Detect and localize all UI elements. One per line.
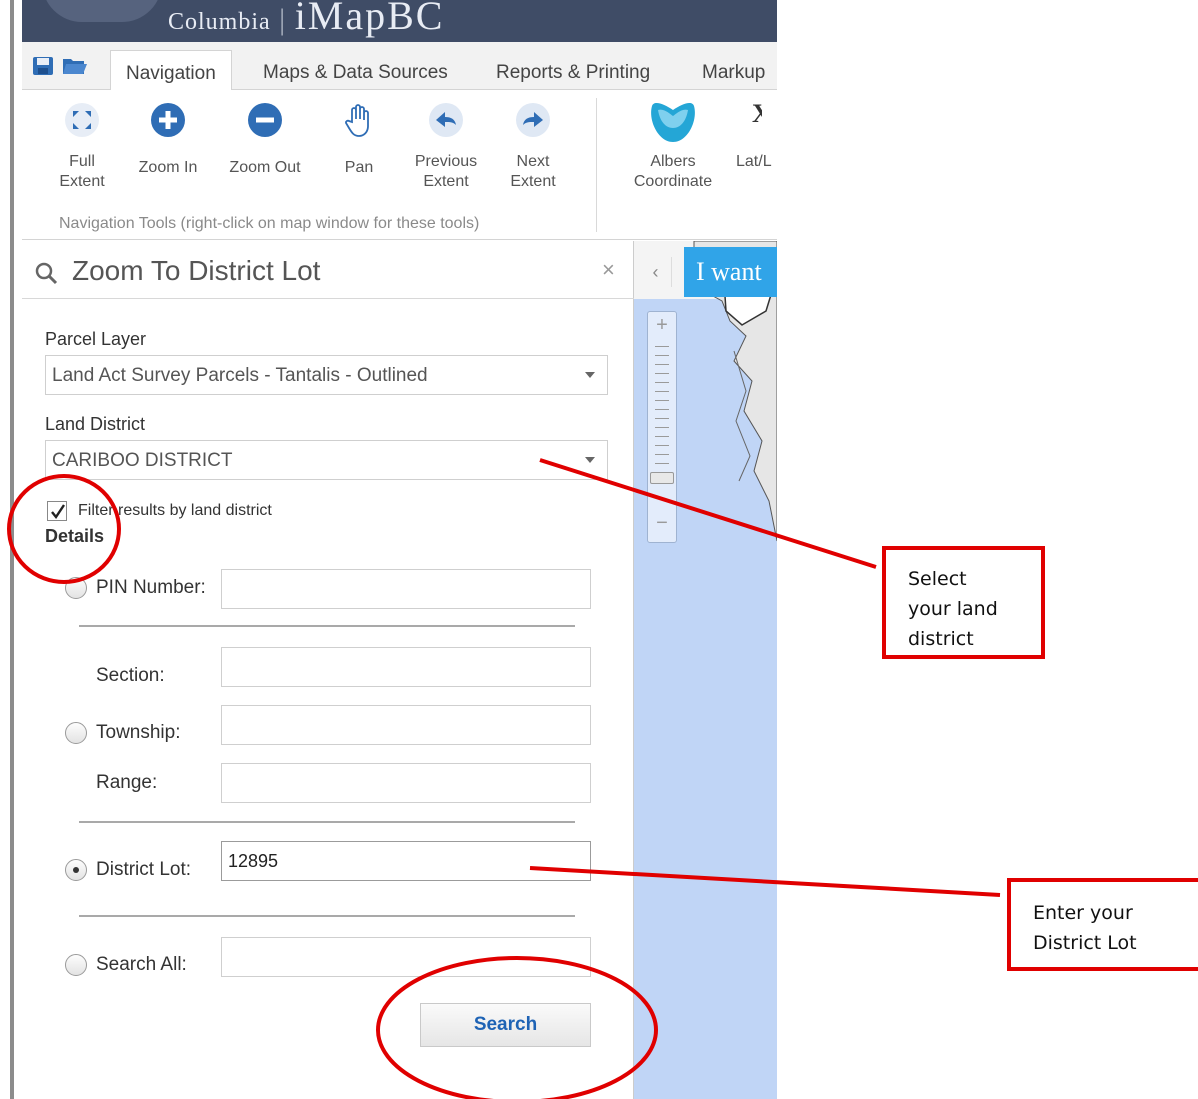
zoom-slider-minus[interactable]: − bbox=[648, 512, 676, 535]
app-banner: Columbia | iMapBC bbox=[22, 0, 777, 42]
land-district-callout: Select your land district bbox=[882, 546, 1045, 659]
search-all-input[interactable] bbox=[221, 937, 591, 977]
pin-number-input[interactable] bbox=[221, 569, 591, 609]
tab-navigation[interactable]: Navigation bbox=[110, 50, 232, 91]
range-label: Range: bbox=[96, 772, 158, 793]
bc-logo bbox=[42, 0, 162, 22]
land-district-value: CARIBOO DISTRICT bbox=[52, 450, 233, 471]
callout-line: district bbox=[908, 628, 974, 650]
chevron-down-icon bbox=[585, 457, 595, 463]
search-all-label: Search All: bbox=[96, 954, 187, 975]
tab-markup[interactable]: Markup bbox=[687, 50, 777, 91]
township-label: Township: bbox=[96, 722, 181, 743]
save-icon[interactable] bbox=[32, 56, 54, 76]
i-want-to-menu-button[interactable]: I want bbox=[684, 247, 777, 297]
pin-number-label: PIN Number: bbox=[96, 577, 206, 598]
parcel-layer-value: Land Act Survey Parcels - Tantalis - Out… bbox=[52, 365, 428, 386]
pan-button[interactable]: Pan bbox=[314, 102, 404, 178]
zoom-in-button[interactable]: Zoom In bbox=[123, 102, 213, 178]
zoom-to-district-lot-panel: Zoom To District Lot × Parcel Layer Land… bbox=[22, 241, 634, 1099]
zoom-slider[interactable]: + − bbox=[647, 311, 677, 543]
checkmark-icon bbox=[51, 504, 65, 520]
tab-maps-data-sources[interactable]: Maps & Data Sources bbox=[248, 50, 463, 91]
open-folder-icon[interactable] bbox=[62, 56, 88, 76]
filter-by-district-label: Filter results by land district bbox=[78, 502, 272, 519]
albers-coordinate-button[interactable]: Albers Coordinate bbox=[628, 98, 718, 192]
township-input[interactable] bbox=[221, 705, 591, 745]
zoom-slider-track bbox=[655, 346, 669, 476]
zoom-slider-plus[interactable]: + bbox=[648, 314, 676, 337]
banner-app-name: iMapBC bbox=[294, 0, 445, 38]
district-lot-radio[interactable] bbox=[65, 859, 87, 881]
zoom-in-label: Zoom In bbox=[138, 159, 198, 176]
panel-header: Zoom To District Lot × bbox=[22, 241, 634, 299]
callout-line: your land bbox=[908, 598, 998, 620]
albers-coordinate-icon bbox=[651, 103, 695, 142]
next-extent-button[interactable]: Next Extent bbox=[488, 102, 578, 192]
district-lot-callout: Enter your District Lot bbox=[1007, 878, 1198, 971]
banner-province-text: Columbia bbox=[168, 9, 271, 35]
close-button[interactable]: × bbox=[602, 257, 615, 283]
divider bbox=[79, 915, 575, 917]
pin-number-radio[interactable] bbox=[65, 577, 87, 599]
filter-by-district-checkbox[interactable] bbox=[47, 501, 67, 521]
banner-title: Columbia | iMapBC bbox=[168, 0, 444, 39]
edge-line bbox=[10, 0, 14, 1099]
divider bbox=[79, 821, 575, 823]
lat-long-button[interactable]: X, Y Lat/L bbox=[722, 98, 777, 172]
district-lot-label: District Lot: bbox=[96, 859, 192, 880]
ribbon-group-separator bbox=[596, 98, 597, 232]
section-input[interactable] bbox=[221, 647, 591, 687]
lat-long-icon: X, Y bbox=[752, 99, 762, 128]
callout-line: Enter your bbox=[1033, 902, 1133, 924]
previous-extent-button[interactable]: Previous Extent bbox=[401, 102, 491, 192]
pan-hand-icon bbox=[345, 104, 369, 137]
panel-title: Zoom To District Lot bbox=[72, 255, 321, 286]
page-edge bbox=[0, 0, 22, 1099]
parcel-layer-label: Parcel Layer bbox=[45, 329, 147, 349]
search-all-radio[interactable] bbox=[65, 954, 87, 976]
chevron-down-icon bbox=[585, 372, 595, 378]
township-radio[interactable] bbox=[65, 722, 87, 744]
search-button[interactable]: Search bbox=[420, 1003, 591, 1047]
next-extent-icon bbox=[516, 103, 550, 137]
section-label: Section: bbox=[96, 665, 165, 686]
tab-reports-printing[interactable]: Reports & Printing bbox=[481, 50, 665, 91]
lat-long-label: Lat/L bbox=[736, 153, 772, 170]
zoom-out-button[interactable]: Zoom Out bbox=[220, 102, 310, 178]
zoom-out-label: Zoom Out bbox=[229, 159, 301, 176]
pan-label: Pan bbox=[344, 159, 374, 176]
zoom-out-icon bbox=[248, 103, 282, 137]
callout-line: District Lot bbox=[1033, 932, 1137, 954]
collapse-panel-button[interactable]: ‹ bbox=[640, 257, 672, 287]
district-lot-input[interactable] bbox=[221, 841, 591, 881]
app-window: Columbia | iMapBC Navigation Maps & Data… bbox=[22, 0, 777, 1099]
previous-extent-icon bbox=[429, 103, 463, 137]
callout-line: Select bbox=[908, 568, 967, 590]
range-input[interactable] bbox=[221, 763, 591, 803]
svg-text:X,: X, bbox=[752, 99, 762, 128]
search-icon bbox=[35, 262, 58, 285]
land-district-select[interactable]: CARIBOO DISTRICT bbox=[45, 440, 608, 480]
navigation-group-caption: Navigation Tools (right-click on map win… bbox=[59, 215, 480, 232]
ribbon-navigation-panel: Full Extent Zoom In Zoom Out Pan Previou… bbox=[22, 90, 777, 240]
parcel-layer-select[interactable]: Land Act Survey Parcels - Tantalis - Out… bbox=[45, 355, 608, 395]
full-extent-button[interactable]: Full Extent bbox=[37, 102, 127, 192]
zoom-in-icon bbox=[151, 103, 185, 137]
map-view[interactable]: ‹ I want + − bbox=[634, 241, 777, 1099]
zoom-slider-thumb[interactable] bbox=[650, 472, 674, 484]
land-district-label: Land District bbox=[45, 414, 146, 434]
divider bbox=[79, 625, 575, 627]
details-heading: Details bbox=[45, 526, 105, 546]
full-extent-icon bbox=[65, 103, 99, 137]
ribbon-tab-bar: Navigation Maps & Data Sources Reports &… bbox=[22, 42, 777, 91]
